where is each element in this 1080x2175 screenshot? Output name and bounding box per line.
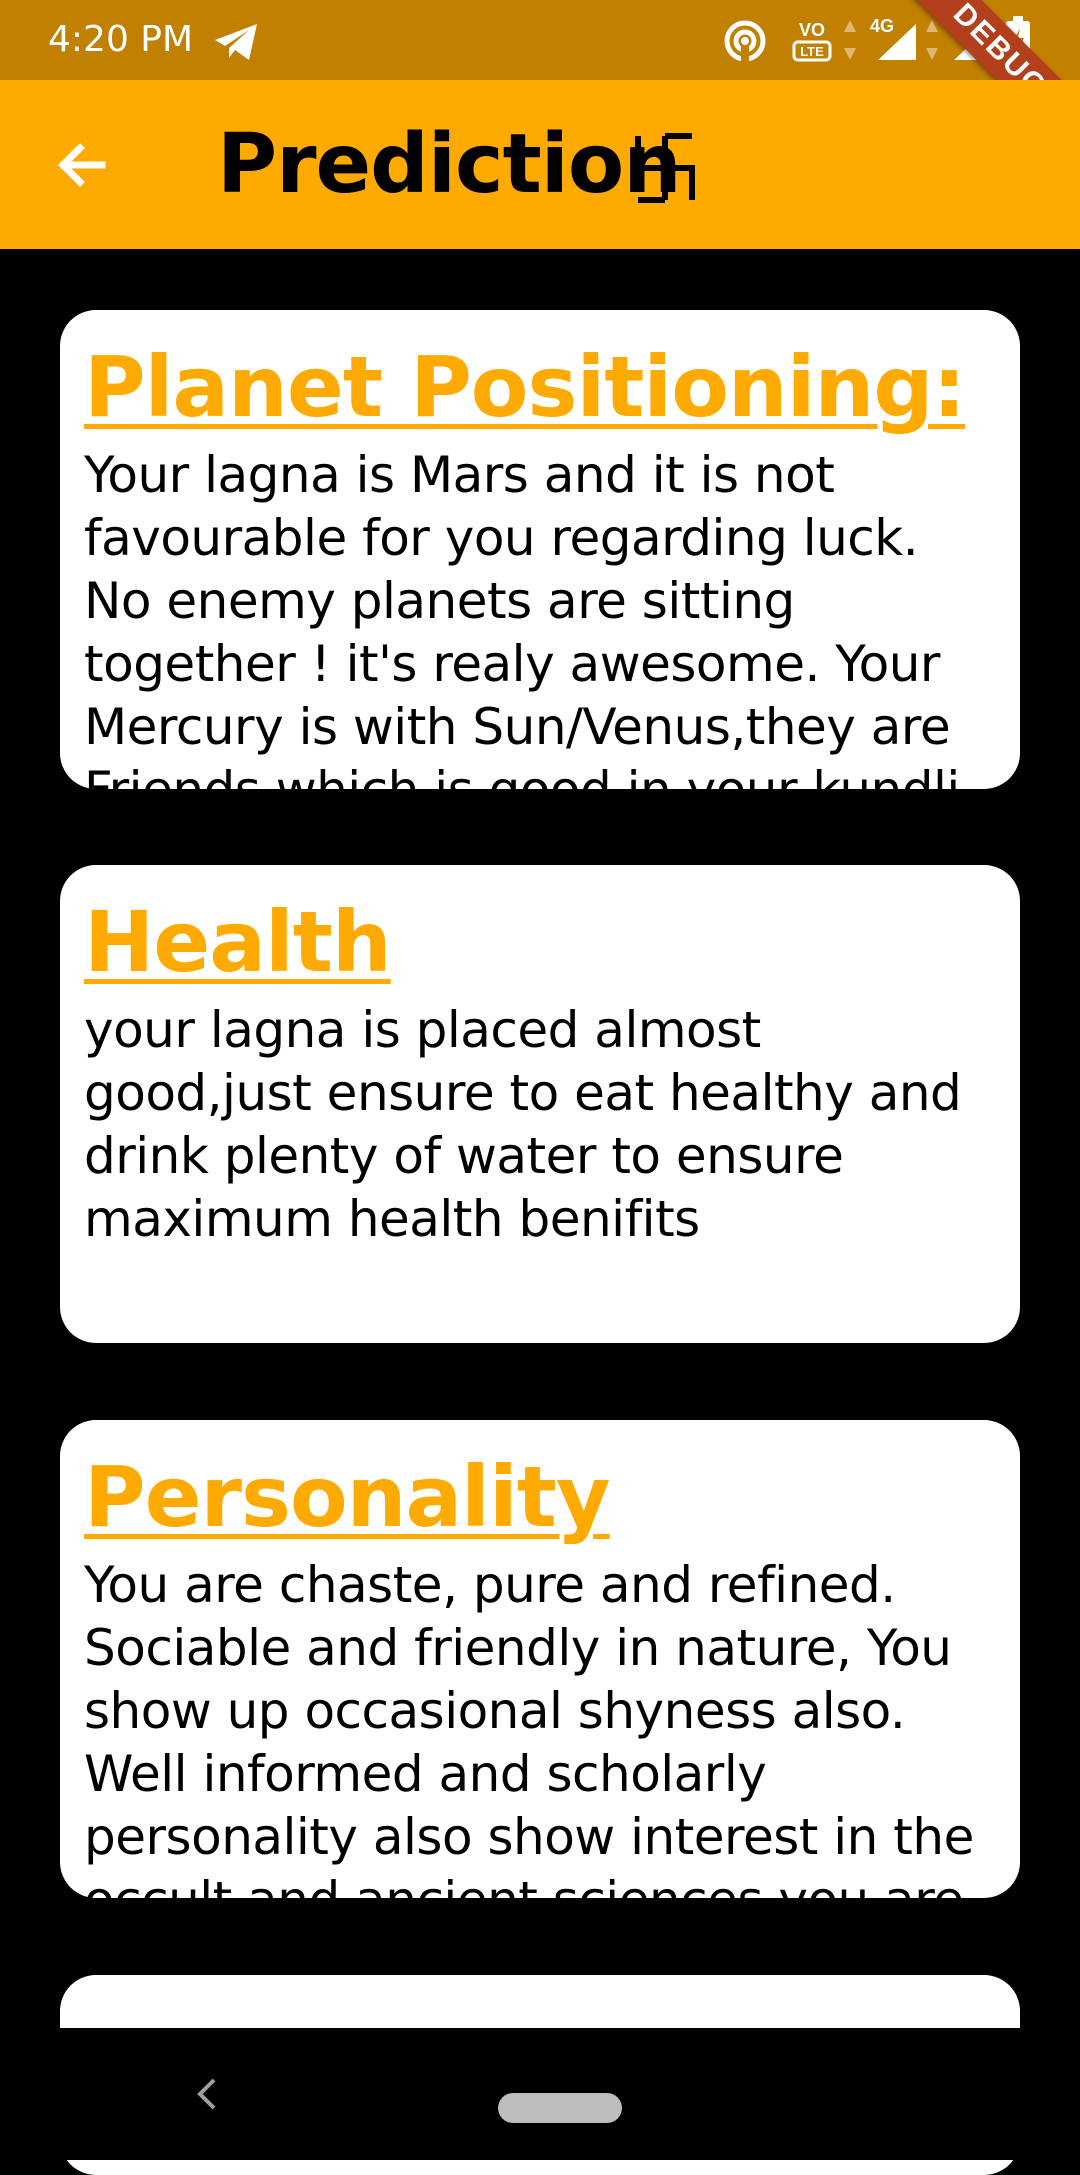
data-arrows-icon-2 bbox=[926, 20, 938, 60]
card-body: Your lagna is Mars and it is not favoura… bbox=[84, 446, 960, 789]
personality-card[interactable]: Personality You are chaste, pure and ref… bbox=[60, 1420, 1020, 1898]
card-title: Health bbox=[84, 893, 392, 991]
svg-text:4G: 4G bbox=[870, 16, 894, 36]
card-body: You are chaste, pure and refined. Sociab… bbox=[84, 1556, 974, 1898]
status-bar: 4:20 PM VO LTE 4G DEBUG bbox=[0, 0, 1080, 174]
navigation-bar bbox=[0, 2028, 1080, 2160]
back-arrow-icon[interactable] bbox=[40, 122, 126, 208]
card-title: Personality bbox=[84, 1448, 611, 1546]
status-time: 4:20 PM bbox=[48, 19, 194, 60]
data-arrows-icon bbox=[844, 20, 856, 60]
nav-back-icon[interactable] bbox=[190, 2074, 224, 2114]
volte-icon: VO LTE bbox=[792, 20, 832, 62]
swastika-icon bbox=[635, 133, 695, 203]
home-pill-button[interactable] bbox=[498, 2093, 622, 2123]
telegram-icon bbox=[215, 24, 257, 60]
card-body: your lagna is placed almost good,just en… bbox=[84, 1001, 962, 1248]
signal-icon: 4G bbox=[870, 16, 916, 60]
app-bar: Prediction bbox=[0, 80, 1080, 249]
page-title: Prediction bbox=[217, 117, 682, 212]
svg-text:LTE: LTE bbox=[800, 44, 824, 59]
health-card[interactable]: Health your lagna is placed almost good,… bbox=[60, 865, 1020, 1343]
svg-text:VO: VO bbox=[799, 20, 825, 40]
hotspot-icon bbox=[724, 20, 766, 62]
planet-positioning-card[interactable]: Planet Positioning: Your lagna is Mars a… bbox=[60, 310, 1020, 789]
card-title: Planet Positioning: bbox=[84, 338, 966, 436]
